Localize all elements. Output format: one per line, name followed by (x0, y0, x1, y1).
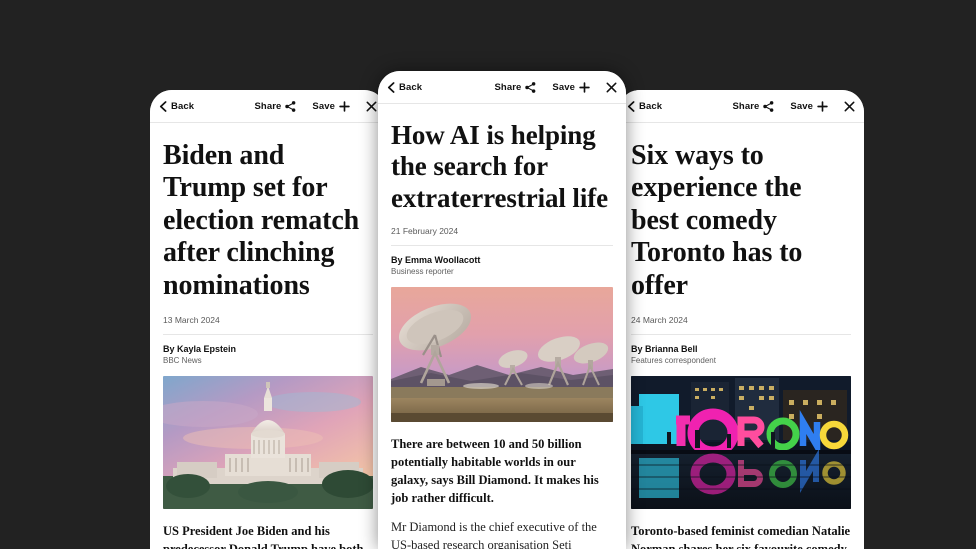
plus-icon (339, 100, 350, 112)
article-card-center[interactable]: Back Share Save How AI is helping the se… (378, 71, 626, 549)
save-label: Save (552, 81, 575, 93)
screen-background: Back Share Save Biden and Trump set for … (0, 0, 976, 549)
article-byline: By Emma Woollacott Business reporter (391, 255, 613, 276)
close-x-icon (844, 101, 855, 112)
save-button[interactable]: Save (312, 101, 350, 112)
chevron-left-icon (159, 100, 167, 112)
share-nodes-icon (525, 81, 536, 93)
share-label: Share (254, 100, 282, 112)
close-x-icon (606, 82, 617, 93)
save-button[interactable]: Save (790, 101, 828, 112)
article-date: 13 March 2024 (163, 315, 373, 336)
article-headline: How AI is helping the search for extrate… (391, 120, 609, 213)
article-body: Biden and Trump set for election rematch… (150, 123, 386, 549)
article-author-role: Business reporter (391, 266, 454, 276)
back-button[interactable]: Back (159, 101, 194, 112)
article-author-role: Features correspondent (631, 356, 716, 366)
chevron-left-icon (627, 100, 635, 112)
article-byline: By Brianna Bell Features correspondent (631, 344, 851, 365)
close-button[interactable] (844, 101, 855, 112)
save-label: Save (790, 100, 813, 112)
article-author-role: BBC News (163, 356, 202, 366)
save-label: Save (312, 100, 335, 112)
article-date: 21 February 2024 (391, 226, 613, 246)
share-label: Share (732, 100, 760, 112)
article-paragraph: Mr Diamond is the chief executive of the… (391, 519, 597, 549)
article-headline: Six ways to experience the best comedy T… (631, 140, 803, 301)
article-card-left[interactable]: Back Share Save Biden and Trump set for … (150, 90, 386, 549)
us-capitol-at-sunset-photo (163, 376, 373, 510)
share-nodes-icon (763, 100, 774, 112)
close-x-icon (366, 101, 377, 112)
article-body: How AI is helping the search for extrate… (378, 104, 626, 549)
article-lede: Toronto-based feminist comedian Natalie … (631, 524, 851, 549)
article-body: Six ways to experience the best comedy T… (618, 123, 864, 549)
article-date: 24 March 2024 (631, 315, 851, 336)
share-label: Share (494, 81, 522, 93)
article-byline: By Kayla Epstein BBC News (163, 344, 373, 365)
article-toolbar: Back Share Save (150, 90, 386, 123)
article-headline: Biden and Trump set for election rematch… (163, 140, 360, 301)
back-label: Back (171, 100, 195, 112)
article-author: By Emma Woollacott (391, 254, 481, 265)
toronto-sign-at-night-photo (631, 376, 851, 510)
chevron-left-icon (387, 81, 395, 93)
close-button[interactable] (366, 101, 377, 112)
save-button[interactable]: Save (552, 82, 590, 93)
radio-telescope-array-photo (391, 286, 613, 422)
article-toolbar: Back Share Save (618, 90, 864, 123)
article-author: By Kayla Epstein (163, 344, 237, 355)
close-button[interactable] (606, 82, 617, 93)
article-toolbar: Back Share Save (378, 71, 626, 104)
share-button[interactable]: Share (255, 101, 297, 112)
article-lede: US President Joe Biden and his predecess… (163, 524, 364, 549)
plus-icon (579, 81, 590, 93)
article-lede: There are between 10 and 50 billion pote… (391, 436, 599, 505)
share-button[interactable]: Share (733, 101, 775, 112)
article-card-right[interactable]: Back Share Save Six ways to experience t… (618, 90, 864, 549)
back-label: Back (639, 100, 663, 112)
back-label: Back (399, 81, 423, 93)
article-author: By Brianna Bell (631, 344, 698, 355)
plus-icon (817, 100, 828, 112)
share-button[interactable]: Share (495, 82, 537, 93)
back-button[interactable]: Back (627, 101, 662, 112)
share-nodes-icon (285, 100, 296, 112)
back-button[interactable]: Back (387, 82, 422, 93)
